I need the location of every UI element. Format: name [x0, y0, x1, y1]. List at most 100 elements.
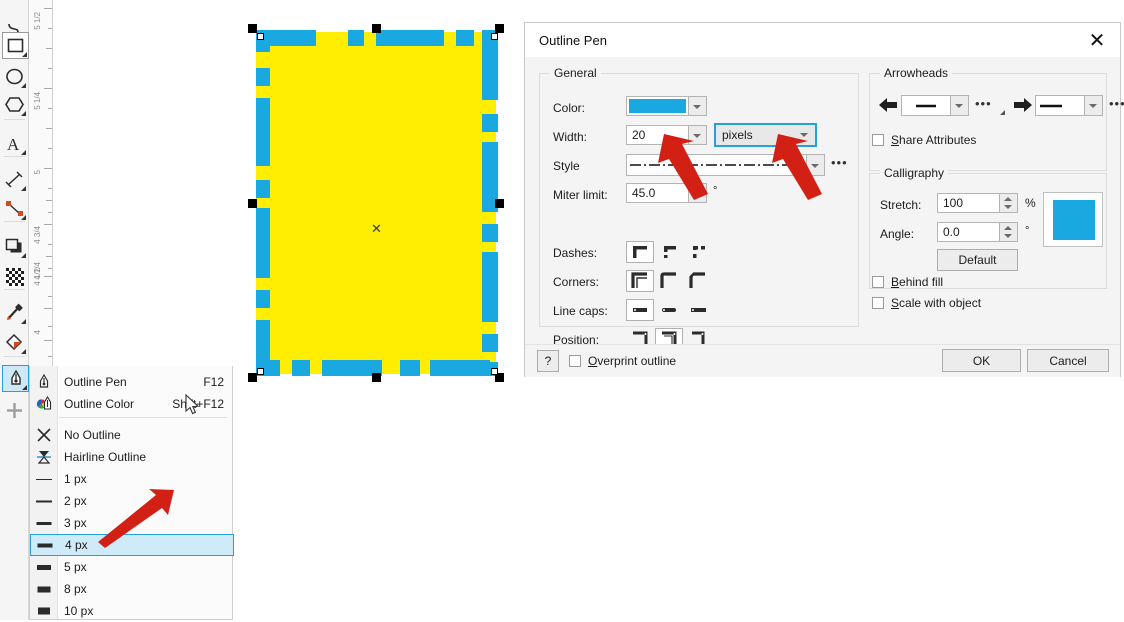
end-arrowhead-dropdown[interactable]	[1085, 95, 1103, 116]
end-arrowhead-preview[interactable]	[1035, 95, 1085, 116]
flyout-nub-icon	[21, 319, 26, 324]
start-arrowhead-dropdown[interactable]	[951, 95, 969, 116]
corners-option-bevel[interactable]	[684, 270, 712, 292]
end-arrowhead-more-button[interactable]: •••	[1109, 96, 1124, 111]
selection-handle[interactable]	[372, 24, 381, 33]
menu-item-label: 3 px	[64, 516, 87, 530]
selection-handle[interactable]	[248, 199, 257, 208]
menu-item-3px[interactable]: 3 px	[30, 512, 234, 534]
menu-item-1px[interactable]: 1 px	[30, 468, 234, 490]
ruler-label: 5	[33, 170, 42, 175]
rectangle-tool[interactable]	[2, 32, 29, 59]
width-dropdown-button[interactable]	[689, 125, 707, 145]
cancel-button[interactable]: Cancel	[1027, 349, 1109, 372]
menu-item-10px[interactable]: 10 px	[30, 600, 234, 622]
dashes-option-2[interactable]	[655, 241, 683, 263]
angle-input[interactable]: 0.0	[937, 222, 1000, 242]
color-dropdown-button[interactable]	[689, 96, 707, 116]
chevron-down-icon	[1089, 104, 1097, 108]
share-attributes-checkbox[interactable]	[872, 134, 884, 146]
ruler-label: 5 1/2	[33, 12, 42, 30]
drop-shadow-tool[interactable]	[2, 234, 27, 259]
line-10px-icon	[30, 600, 58, 622]
corners-option-round[interactable]	[655, 270, 683, 292]
color-eyedropper-tool[interactable]	[2, 300, 27, 325]
linecap-option-butt[interactable]	[626, 299, 654, 321]
miter-limit-input[interactable]: 45.0	[626, 183, 689, 203]
chevron-up-icon	[1004, 226, 1012, 230]
pen-nib-icon	[30, 371, 58, 393]
selection-handle[interactable]	[248, 373, 257, 382]
help-button[interactable]: ?	[537, 350, 559, 372]
menu-item-no-outline[interactable]: No Outline	[30, 424, 234, 446]
connector-tool[interactable]	[2, 196, 27, 221]
ellipse-tool[interactable]	[2, 64, 27, 89]
menu-item-outline-color[interactable]: Outline Color Shift+F12	[30, 393, 234, 415]
style-more-button[interactable]: •••	[831, 155, 848, 170]
dashes-option-3[interactable]	[684, 241, 712, 263]
node-handle[interactable]	[257, 33, 264, 40]
ruler-label: 4 3/4	[33, 226, 42, 244]
dashes-option-1[interactable]	[626, 241, 654, 263]
menu-item-label: 1 px	[64, 472, 87, 486]
polygon-tool[interactable]	[2, 92, 27, 117]
angle-stepper[interactable]	[1000, 222, 1018, 242]
default-button[interactable]: Default	[937, 249, 1018, 271]
interactive-fill-tool[interactable]	[2, 330, 27, 355]
width-input[interactable]: 20	[626, 125, 689, 145]
outline-pen-tool[interactable]	[2, 365, 29, 392]
stretch-input[interactable]: 100	[937, 193, 1000, 213]
miter-limit-unit: °	[713, 185, 718, 197]
menu-item-label: 8 px	[64, 582, 87, 596]
hairline-icon	[30, 446, 58, 468]
outline-dash	[430, 360, 490, 376]
style-preview[interactable]	[626, 154, 807, 176]
menu-item-outline-pen[interactable]: Outline Pen F12	[30, 371, 234, 393]
node-handle[interactable]	[257, 368, 264, 375]
start-arrowhead-more-button[interactable]: •••	[975, 96, 992, 111]
units-dropdown[interactable]: pixels	[714, 123, 817, 147]
overprint-outline-checkbox[interactable]	[569, 355, 581, 367]
menu-item-hairline-outline[interactable]: Hairline Outline	[30, 446, 234, 468]
transparency-tool[interactable]	[2, 264, 27, 289]
linecap-option-square[interactable]	[684, 299, 712, 321]
menu-item-2px[interactable]: 2 px	[30, 490, 234, 512]
node-handle[interactable]	[491, 33, 498, 40]
outline-dash	[348, 30, 364, 46]
selection-handle[interactable]	[495, 24, 504, 33]
ok-button[interactable]: OK	[942, 349, 1021, 372]
corners-option-miter[interactable]	[626, 270, 654, 292]
node-handle[interactable]	[491, 368, 498, 375]
nib-color-swatch	[1053, 200, 1095, 240]
selection-handle[interactable]	[495, 199, 504, 208]
quick-customize-button[interactable]	[2, 398, 27, 423]
line-5px-icon	[30, 556, 58, 578]
mouse-cursor	[185, 394, 200, 415]
menu-item-5px[interactable]: 5 px	[30, 556, 234, 578]
miter-limit-stepper[interactable]	[689, 183, 707, 203]
behind-fill-checkbox[interactable]	[872, 276, 884, 288]
vertical-ruler[interactable]: 5 1/2 5 1/4 5 4 3/4 4 1/2 4 1/4 4	[29, 0, 53, 366]
stretch-stepper[interactable]	[1000, 193, 1018, 213]
toolbar-divider	[4, 289, 25, 290]
linecap-option-round[interactable]	[655, 299, 683, 321]
menu-item-4px[interactable]: 4 px	[30, 534, 234, 556]
menu-item-label: Outline Pen	[64, 375, 127, 389]
style-dropdown-button[interactable]	[807, 154, 825, 176]
canvas-object-rectangle[interactable]: ✕	[248, 24, 504, 382]
outline-color-swatch	[629, 99, 686, 113]
dimension-tool[interactable]	[2, 167, 27, 192]
menu-item-label: 5 px	[64, 560, 87, 574]
flyout-nub-icon	[21, 215, 26, 220]
menu-item-8px[interactable]: 8 px	[30, 578, 234, 600]
selection-handle[interactable]	[248, 24, 257, 33]
angle-label: Angle:	[880, 227, 915, 241]
selection-handle[interactable]	[372, 373, 381, 382]
start-arrowhead-preview[interactable]	[901, 95, 951, 116]
scale-with-object-checkbox[interactable]	[872, 297, 884, 309]
close-icon[interactable]: ✕	[1080, 27, 1114, 53]
stretch-label: Stretch:	[880, 198, 922, 212]
text-tool[interactable]: A	[2, 131, 27, 156]
color-swatch-button[interactable]	[626, 96, 689, 116]
line-3px-icon	[30, 512, 58, 534]
